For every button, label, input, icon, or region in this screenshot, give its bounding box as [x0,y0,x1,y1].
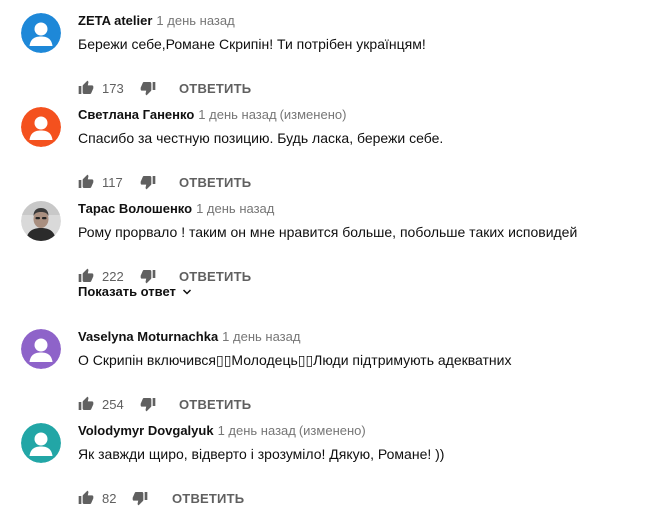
comment-header: Светлана Ганенко 1 день назад (изменено) [78,107,346,123]
default-avatar-icon [21,13,61,53]
author-name[interactable]: Тарас Волошенко [78,201,192,216]
reply-button[interactable]: ОТВЕТИТЬ [179,397,251,413]
author-name[interactable]: ZETA atelier [78,13,152,28]
thumbs-up-icon[interactable] [78,396,94,412]
comment-2: Светлана Ганенко 1 день назад (изменено) С… [0,107,662,197]
thumbs-down-icon[interactable] [140,268,156,284]
reply-button[interactable]: ОТВЕТИТЬ [179,175,251,191]
avatar[interactable] [21,107,61,147]
comment-3: Тарас Волошенко 1 день назад Рому прорвал… [0,201,662,291]
like-count: 173 [102,81,124,96]
like-count: 254 [102,397,124,412]
comment-1: ZETA atelier 1 день назад Бережи себе,Ром… [0,13,662,103]
reply-button[interactable]: ОТВЕТИТЬ [179,269,251,285]
author-name[interactable]: Volodymyr Dovgalyuk [78,423,214,438]
comment-text: Рому прорвало ! таким он мне нравится бо… [78,224,578,240]
default-avatar-icon [21,423,61,463]
comment-header: Volodymyr Dovgalyuk 1 день назад (изменено… [78,423,366,439]
timestamp[interactable]: 1 день назад [196,201,274,216]
comment-text: Бережи себе,Романе Скрипін! Ти потрібен … [78,36,426,52]
default-avatar-icon [21,107,61,147]
like-count: 117 [102,175,123,190]
timestamp[interactable]: 1 день назад [156,13,234,28]
profile-photo [21,201,61,241]
avatar[interactable] [21,423,61,463]
timestamp[interactable]: 1 день назад [198,107,276,122]
chevron-down-icon [182,289,191,295]
author-name[interactable]: Vaselyna Moturnachka [78,329,218,344]
thumbs-up-icon[interactable] [78,174,94,190]
comment-header: Vaselyna Moturnachka 1 день назад [78,329,300,345]
reply-button[interactable]: ОТВЕТИТЬ [179,81,251,97]
thumbs-up-icon[interactable] [78,490,94,506]
comment-header: ZETA atelier 1 день назад [78,13,235,29]
comment-text: О Скрипін включився▯▯Молодець▯▯Люди підт… [78,352,512,368]
thumbs-down-icon[interactable] [132,490,148,506]
thumbs-up-icon[interactable] [78,268,94,284]
edited-label: (изменено) [279,107,347,122]
show-replies-label: Показать ответ [78,284,176,299]
timestamp[interactable]: 1 день назад [218,423,296,438]
thumbs-down-icon[interactable] [140,396,156,412]
comment-text: Як завжди щиро, відверто і зрозуміло! Дя… [78,446,445,462]
edited-label: (изменено) [298,423,366,438]
comment-5: Volodymyr Dovgalyuk 1 день назад (изменено… [0,423,662,511]
author-name[interactable]: Светлана Ганенко [78,107,194,122]
thumbs-down-icon[interactable] [140,174,156,190]
thumbs-down-icon[interactable] [140,80,156,96]
avatar[interactable] [21,13,61,53]
like-count: 222 [102,269,124,284]
avatar[interactable] [21,329,61,369]
comment-text: Спасибо за честную позицию. Будь ласка, … [78,130,444,146]
avatar[interactable] [21,201,61,241]
like-count: 82 [102,491,117,506]
thumbs-up-icon[interactable] [78,80,94,96]
timestamp[interactable]: 1 день назад [222,329,300,344]
comment-4: Vaselyna Moturnachka 1 день назад О Скрип… [0,329,662,419]
default-avatar-icon [21,329,61,369]
show-replies-button[interactable]: Показать ответ [78,284,193,300]
comment-header: Тарас Волошенко 1 день назад [78,201,274,217]
reply-button[interactable]: ОТВЕТИТЬ [172,491,244,507]
